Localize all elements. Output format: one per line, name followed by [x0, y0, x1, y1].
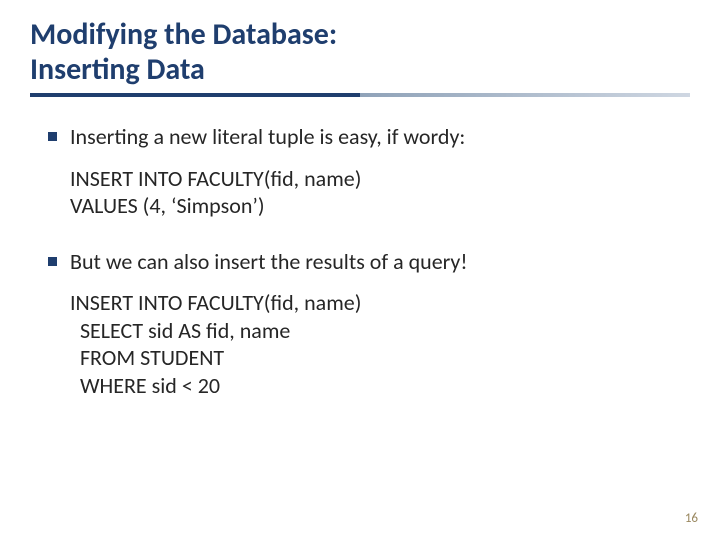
bullet-2-text: But we can also insert the results of a …: [70, 248, 468, 275]
title-line-1: Modifying the Database:: [30, 16, 337, 53]
title-line-2: Inserting Data: [30, 51, 205, 88]
slide-title: Modifying the Database: Inserting Data: [30, 18, 690, 87]
slide: Modifying the Database: Inserting Data I…: [0, 0, 720, 540]
bullet-1-text: Inserting a new literal tuple is easy, i…: [70, 123, 465, 150]
page-number: 16: [685, 511, 698, 526]
code-block-2: INSERT INTO FACULTY(fid, name) SELECT si…: [44, 289, 690, 399]
slide-body: Inserting a new literal tuple is easy, i…: [30, 97, 690, 399]
bullet-1: Inserting a new literal tuple is easy, i…: [44, 123, 690, 151]
bullet-2: But we can also insert the results of a …: [44, 248, 690, 276]
code-block-1: INSERT INTO FACULTY(fid, name) VALUES (4…: [44, 165, 690, 220]
